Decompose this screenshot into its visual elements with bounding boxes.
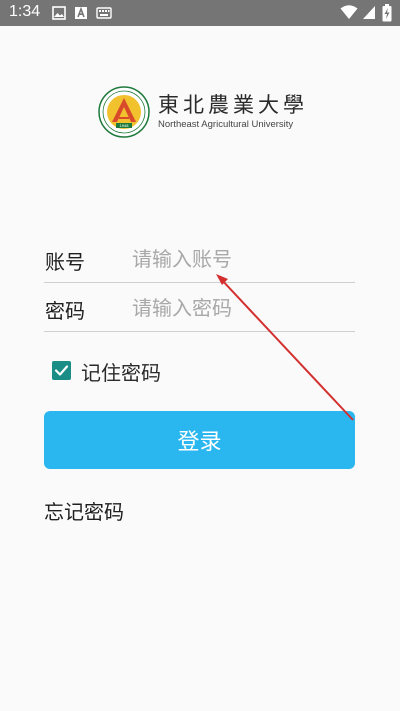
password-label: 密码 — [45, 299, 85, 323]
university-name-cn: 東北農業大學 — [158, 93, 308, 117]
battery-charging-icon — [382, 4, 392, 22]
password-input[interactable] — [132, 293, 347, 323]
university-name-en: Northeast Agricultural University — [158, 119, 294, 130]
text-a-icon — [75, 6, 87, 19]
account-input[interactable] — [132, 244, 347, 274]
image-icon — [52, 6, 66, 20]
university-logo: 1948 東北農業大學 Northeast Agricultural Unive… — [98, 84, 308, 140]
keyboard-icon — [96, 7, 112, 19]
login-button[interactable]: 登录 — [44, 411, 355, 469]
remember-password-label[interactable]: 记住密码 — [81, 357, 161, 386]
wifi-icon — [340, 5, 358, 19]
password-row: 密码 — [44, 283, 355, 332]
account-label: 账号 — [45, 250, 85, 274]
university-emblem: 1948 — [98, 86, 150, 138]
status-time: 1:34 — [9, 3, 41, 20]
forgot-password-link[interactable]: 忘记密码 — [44, 496, 124, 525]
signal-icon — [363, 6, 375, 19]
checkmark-icon — [54, 365, 69, 376]
status-bar: 1:34 — [0, 0, 400, 26]
emblem-year: 1948 — [120, 123, 130, 128]
account-row: 账号 — [44, 234, 355, 283]
remember-password-checkbox[interactable] — [52, 361, 71, 380]
